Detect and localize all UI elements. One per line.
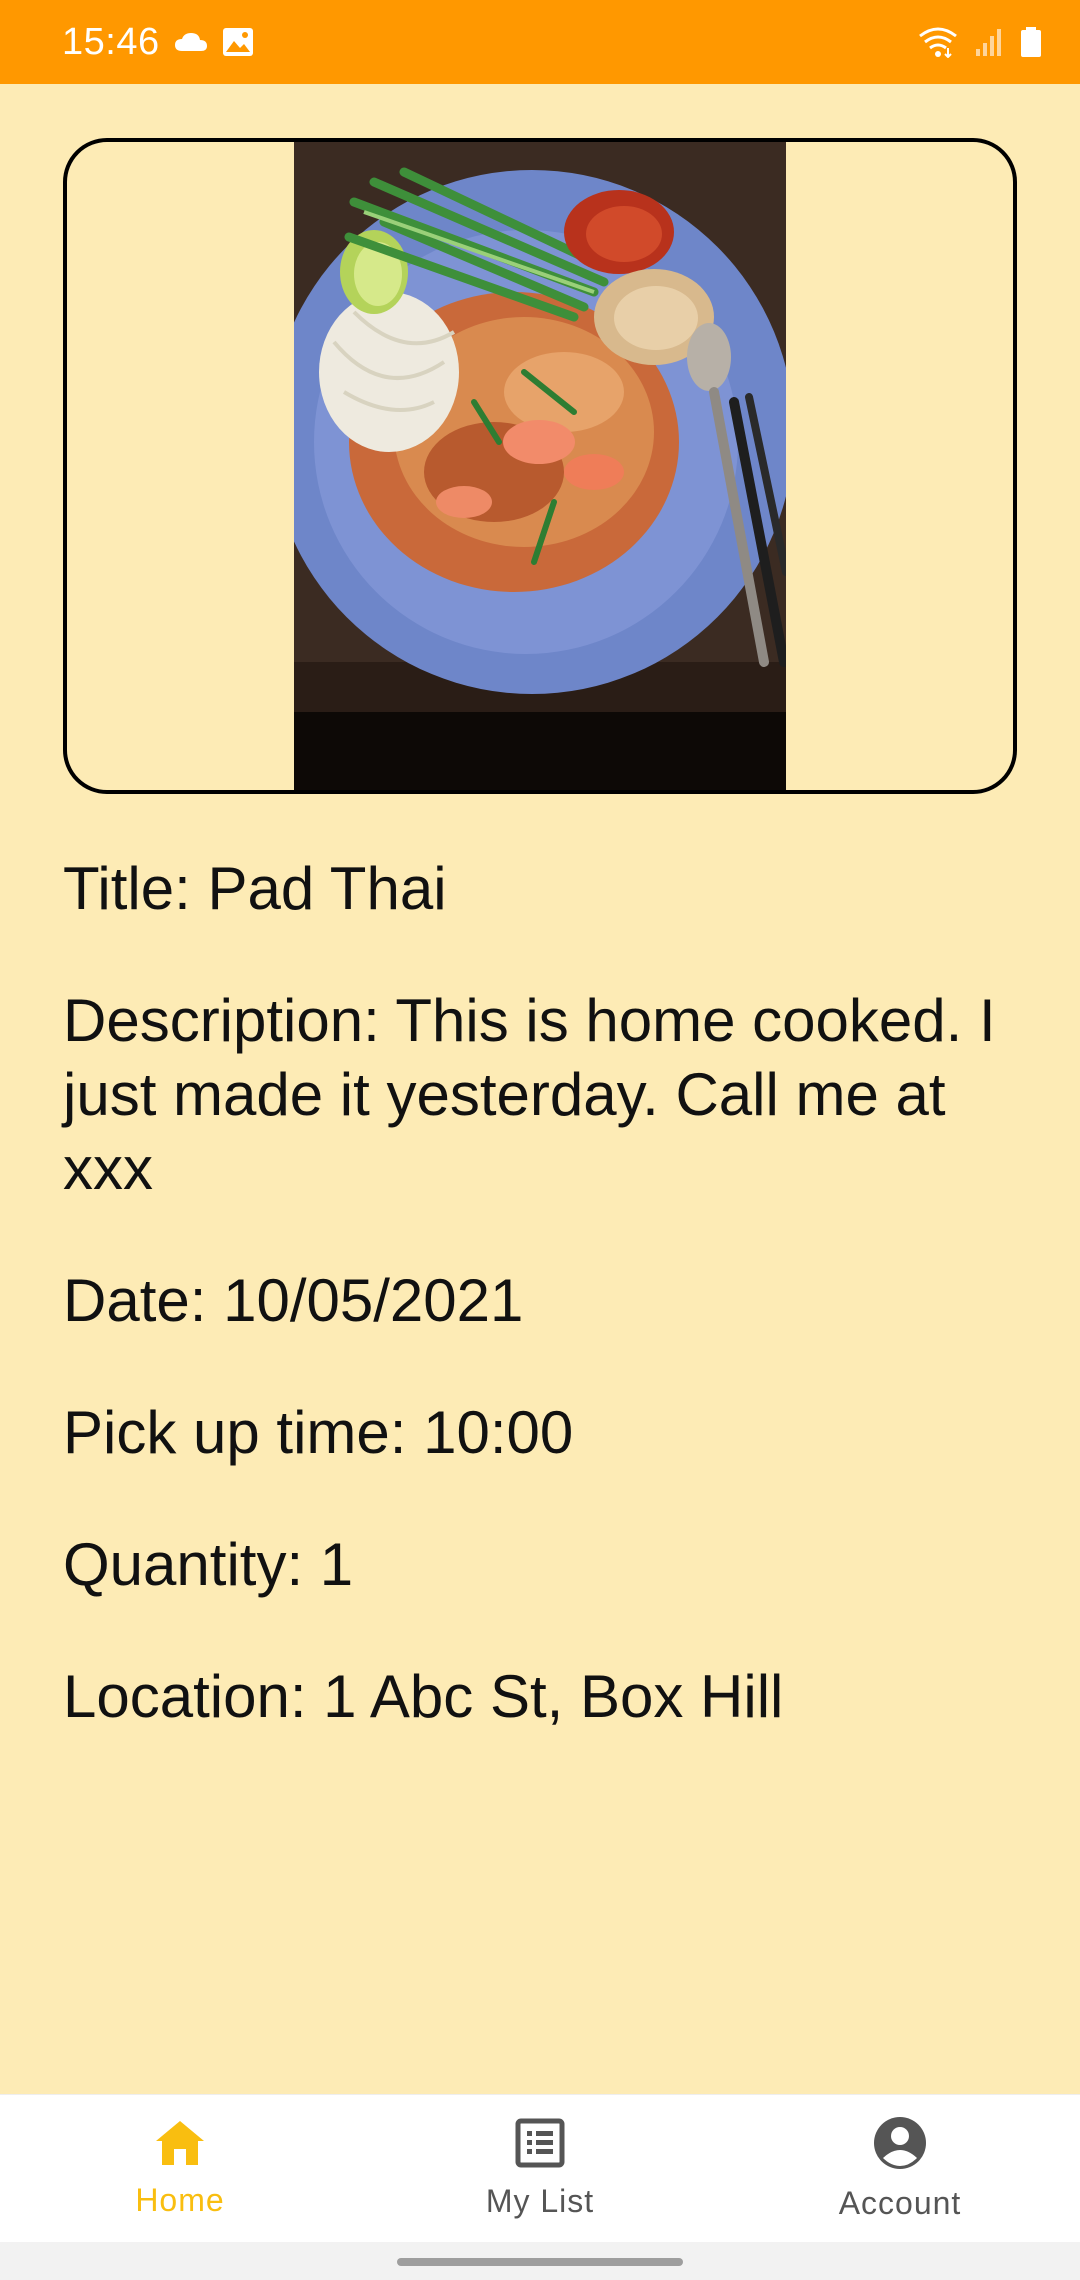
- list-icon: [515, 2118, 565, 2173]
- status-right: [918, 26, 1042, 58]
- listing-quantity: Quantity: 1: [63, 1531, 354, 1598]
- home-icon: [154, 2119, 206, 2172]
- listing-description: Description: This is home cooked. I just…: [63, 987, 996, 1202]
- pad-thai-photo: [294, 142, 786, 790]
- bottom-navigation: Home My List Account: [0, 2094, 1080, 2242]
- wifi-icon: [918, 26, 958, 58]
- gesture-area: [0, 2242, 1080, 2280]
- status-left: 15:46: [62, 21, 254, 64]
- listing-title: Title: Pad Thai: [63, 855, 447, 922]
- image-icon: [222, 27, 254, 57]
- nav-account-label: Account: [838, 2184, 962, 2221]
- food-image-card[interactable]: [63, 138, 1017, 794]
- listing-details: Title: Pad Thai Description: This is hom…: [63, 852, 1023, 1792]
- battery-icon: [1020, 26, 1042, 58]
- nav-my-list[interactable]: My List: [360, 2095, 720, 2243]
- nav-my-list-label: My List: [485, 2182, 595, 2219]
- nav-home[interactable]: Home: [0, 2095, 360, 2243]
- app-screen: 15:46 Title: Pad Thai Description: This …: [0, 0, 1080, 2280]
- nav-account[interactable]: Account: [720, 2095, 1080, 2243]
- status-bar: 15:46: [0, 0, 1080, 84]
- signal-icon: [974, 27, 1004, 57]
- home-gesture-bar[interactable]: [397, 2258, 683, 2266]
- cloud-icon: [174, 31, 208, 53]
- status-time: 15:46: [62, 20, 160, 63]
- listing-date: Date: 10/05/2021: [63, 1267, 524, 1334]
- listing-pickup-time: Pick up time: 10:00: [63, 1399, 574, 1466]
- listing-location: Location: 1 Abc St, Box Hill: [63, 1663, 784, 1730]
- nav-home-label: Home: [135, 2181, 225, 2218]
- account-icon: [873, 2116, 927, 2175]
